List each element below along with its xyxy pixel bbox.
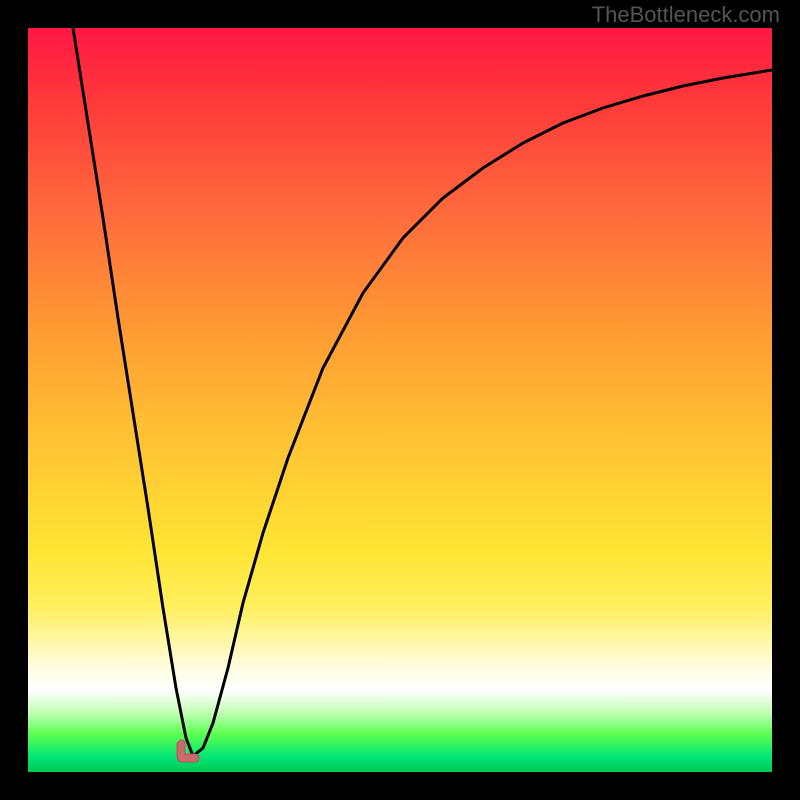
curve-plot <box>28 28 772 772</box>
chart-area <box>28 28 772 772</box>
bottleneck-curve-path <box>73 28 772 756</box>
marker-icon <box>173 738 203 768</box>
optimal-marker <box>173 738 203 768</box>
watermark-text: TheBottleneck.com <box>592 2 780 28</box>
